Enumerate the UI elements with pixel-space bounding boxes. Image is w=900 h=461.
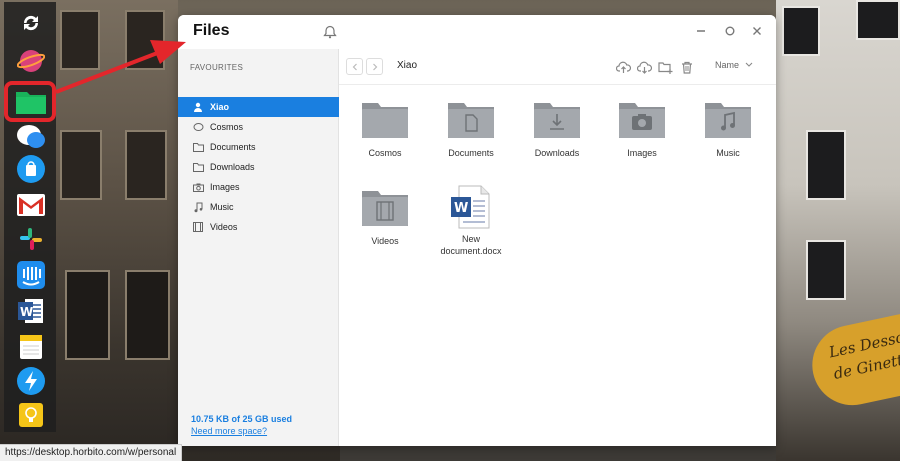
svg-text:W: W (20, 305, 33, 319)
browser-status-url: https://desktop.horbito.com/w/personal (0, 444, 183, 461)
toolbar: Xiao Name (339, 49, 776, 85)
back-button[interactable] (346, 58, 363, 75)
file-label: Documents (448, 148, 494, 158)
need-more-space-link[interactable]: Need more space? (191, 425, 292, 437)
sidebar-item-images[interactable]: Images (178, 177, 339, 197)
camera-icon (192, 182, 204, 192)
music-note-icon (192, 202, 204, 212)
notification-bell-icon[interactable] (323, 25, 337, 39)
file-label: Cosmos (368, 148, 402, 158)
sort-label: Name (715, 60, 740, 70)
breadcrumb[interactable]: Xiao (397, 60, 417, 71)
download-icon[interactable] (636, 59, 652, 75)
svg-text:W: W (454, 201, 468, 216)
file-label: Downloads (534, 148, 580, 158)
app-dock: W (4, 2, 56, 432)
sidebar-item-xiao[interactable]: Xiao (178, 97, 339, 117)
videos-folder-icon (362, 191, 408, 226)
cosmos-planet-icon[interactable] (16, 46, 46, 76)
folder-icon (362, 103, 408, 138)
sidebar-item-label: Documents (210, 142, 256, 152)
intercom-icon[interactable] (16, 260, 46, 290)
folder-downloads[interactable]: Downloads (517, 100, 597, 159)
downloads-folder-icon (534, 103, 580, 138)
folder-icon (192, 142, 204, 152)
sidebar-item-music[interactable]: Music (178, 197, 339, 217)
sidebar-item-label: Xiao (210, 102, 230, 112)
folder-music[interactable]: Music (688, 100, 768, 159)
folder-cosmos[interactable]: Cosmos (345, 100, 425, 159)
file-new-document[interactable]: W New document.docx (431, 185, 511, 257)
chevron-down-icon (745, 62, 752, 67)
idea-bulb-icon[interactable] (16, 400, 46, 430)
sync-icon[interactable] (16, 8, 46, 38)
upload-icon[interactable] (615, 59, 631, 75)
user-icon (192, 102, 204, 112)
wallpaper-street (340, 446, 776, 461)
close-button[interactable] (750, 24, 764, 38)
sidebar-item-videos[interactable]: Videos (178, 217, 339, 237)
folder-icon (192, 162, 204, 172)
film-icon (192, 222, 204, 232)
window-title: Files (193, 22, 230, 39)
file-label: New document.docx (440, 234, 502, 256)
sidebar-item-label: Music (210, 202, 234, 212)
file-label: Videos (371, 236, 399, 246)
file-label: Images (627, 148, 657, 158)
file-label: Music (716, 148, 740, 158)
files-app-highlight (4, 81, 56, 122)
folder-images[interactable]: Images (602, 100, 682, 159)
sidebar-item-label: Images (210, 182, 240, 192)
sidebar: FAVOURITES Xiao Cosmos Documents Downloa… (178, 49, 339, 446)
storage-info: 10.75 KB of 25 GB used Need more space? (191, 413, 292, 437)
title-bar: Files (178, 15, 776, 49)
sidebar-item-label: Downloads (210, 162, 255, 172)
sidebar-item-documents[interactable]: Documents (178, 137, 339, 157)
forward-button[interactable] (366, 58, 383, 75)
new-folder-icon[interactable] (657, 59, 673, 75)
cosmos-icon (192, 122, 204, 132)
images-folder-icon (619, 103, 665, 138)
shopping-bag-icon[interactable] (16, 154, 46, 184)
storage-used-text: 10.75 KB of 25 GB used (191, 414, 293, 424)
sidebar-item-downloads[interactable]: Downloads (178, 157, 339, 177)
word-icon[interactable]: W (16, 296, 46, 326)
word-document-icon: W (451, 185, 490, 229)
sort-dropdown[interactable]: Name (715, 60, 753, 70)
favourites-heading: FAVOURITES (190, 63, 244, 72)
music-folder-icon (705, 103, 751, 138)
sidebar-item-label: Cosmos (210, 122, 244, 132)
files-window: Files FAVOURITES Xiao Cosmos Documents D… (178, 15, 776, 446)
slack-icon[interactable] (16, 224, 46, 254)
sidebar-item-label: Videos (210, 222, 238, 232)
folder-documents[interactable]: Documents (431, 100, 511, 159)
folder-videos[interactable]: Videos (345, 188, 425, 247)
documents-folder-icon (448, 103, 494, 138)
chevron-left-icon (352, 63, 357, 70)
notes-icon[interactable] (16, 332, 46, 362)
trash-icon[interactable] (679, 59, 695, 75)
maximize-button[interactable] (723, 24, 737, 38)
chevron-right-icon (372, 63, 377, 70)
chat-bubble-icon[interactable] (16, 122, 46, 152)
gmail-icon[interactable] (16, 190, 46, 220)
sidebar-item-cosmos[interactable]: Cosmos (178, 117, 339, 137)
minimize-button[interactable] (694, 24, 708, 38)
bolt-icon[interactable] (16, 366, 46, 396)
